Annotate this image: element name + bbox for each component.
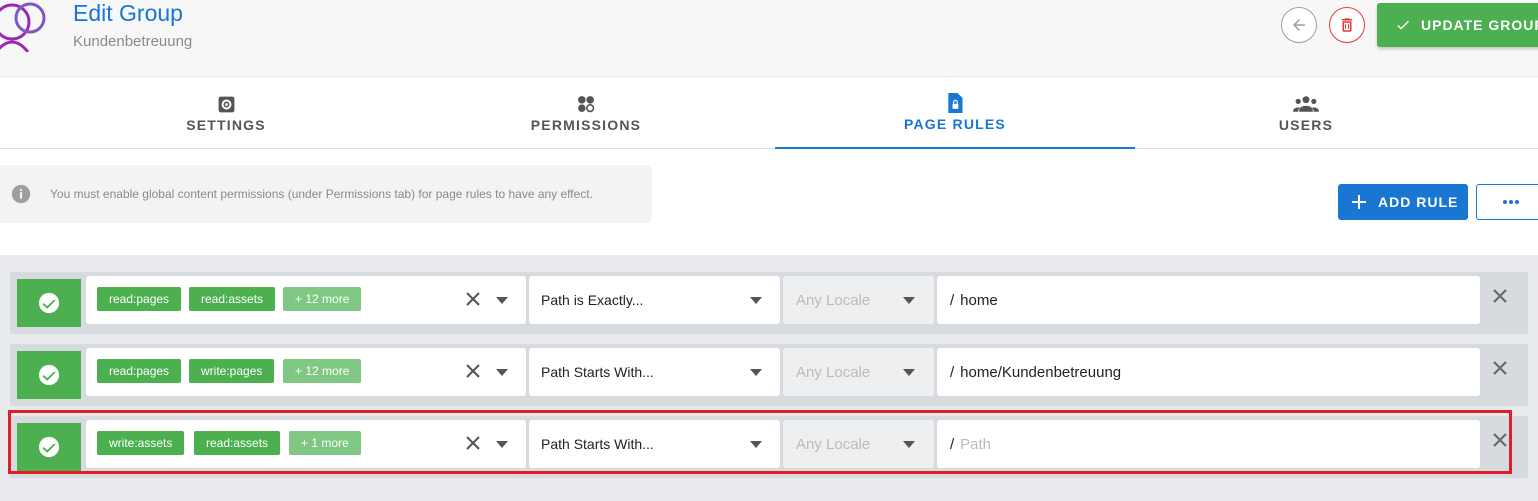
page-header: Edit Group Kundenbetreuung UPDATE GROUP [0, 0, 1538, 76]
tab-settings[interactable]: SETTINGS [46, 77, 406, 149]
close-icon[interactable] [1492, 360, 1508, 376]
permissions-select[interactable]: read:pages read:assets + 12 more [86, 276, 526, 324]
path-input[interactable]: / home/Kundenbetreuung [937, 348, 1480, 396]
close-icon[interactable] [1492, 432, 1508, 448]
check-circle-icon [38, 292, 60, 314]
chevron-down-icon[interactable] [496, 441, 508, 448]
gear-icon [218, 96, 234, 112]
close-icon[interactable] [1492, 288, 1508, 304]
alert-text: You must enable global content permissio… [50, 187, 593, 201]
check-circle-icon [38, 364, 60, 386]
locale-select[interactable]: Any Locale [783, 348, 934, 396]
info-icon [11, 184, 31, 204]
path-value: home [960, 291, 998, 309]
tab-permissions[interactable]: PERMISSIONS [406, 77, 766, 149]
match-select[interactable]: Path Starts With... [529, 348, 780, 396]
path-value: home/Kundenbetreuung [960, 363, 1122, 381]
permission-chip: read:assets [194, 431, 281, 455]
chevron-down-icon [750, 369, 762, 376]
match-select[interactable]: Path is Exactly... [529, 276, 780, 324]
locale-select[interactable]: Any Locale [783, 420, 934, 468]
rule-allow-toggle[interactable] [17, 279, 81, 327]
plus-icon [1352, 195, 1366, 209]
rule-row: read:pages write:pages + 12 more Path St… [10, 344, 1528, 406]
permissions-select[interactable]: read:pages write:pages + 12 more [86, 348, 526, 396]
tab-page-rules[interactable]: PAGE RULES [775, 77, 1135, 149]
more-chip: + 1 more [289, 431, 361, 455]
lock-file-icon [948, 93, 963, 113]
permission-chip: write:assets [97, 431, 185, 455]
clear-icon[interactable] [465, 435, 481, 451]
arrow-left-icon [1293, 19, 1305, 31]
trash-icon [1341, 18, 1353, 32]
path-placeholder: Path [960, 435, 992, 453]
locale-value: Any Locale [796, 435, 871, 453]
chevron-down-icon [903, 441, 915, 448]
path-prefix: / [950, 363, 955, 381]
match-value: Path Starts With... [541, 364, 654, 380]
permissions-icon [578, 96, 595, 113]
permission-chip: read:pages [97, 287, 182, 311]
match-value: Path Starts With... [541, 436, 654, 452]
rule-allow-toggle[interactable] [17, 351, 81, 399]
path-prefix: / [950, 291, 955, 309]
add-rule-label: ADD RULE [1378, 194, 1459, 210]
page-title: Edit Group [73, 0, 183, 26]
check-circle-icon [38, 436, 60, 458]
tab-label: USERS [1278, 117, 1334, 133]
add-rule-button[interactable]: ADD RULE [1338, 184, 1468, 220]
match-select[interactable]: Path Starts With... [529, 420, 780, 468]
rule-allow-toggle[interactable] [17, 423, 81, 471]
more-chip: + 12 more [283, 359, 362, 383]
more-horizontal-icon [1503, 200, 1519, 204]
tab-users[interactable]: USERS [1126, 77, 1486, 149]
update-group-button[interactable]: UPDATE GROUP [1377, 3, 1538, 47]
clear-icon[interactable] [465, 291, 481, 307]
rule-row: read:pages read:assets + 12 more Path is… [10, 272, 1528, 334]
permission-chip: read:pages [97, 359, 182, 383]
more-chip: + 12 more [283, 287, 362, 311]
tab-label: PAGE RULES [904, 116, 1006, 132]
chevron-down-icon [903, 297, 915, 304]
info-alert: You must enable global content permissio… [0, 165, 652, 223]
update-group-label: UPDATE GROUP [1421, 17, 1538, 33]
path-input[interactable]: / Path [937, 420, 1480, 468]
permission-chip: read:assets [189, 287, 276, 311]
tab-bar: SETTINGS PERMISSIONS PAGE RULES USERS [0, 76, 1538, 149]
group-name: Kundenbetreuung [73, 33, 193, 50]
chevron-down-icon [750, 297, 762, 304]
match-value: Path is Exactly... [541, 292, 644, 308]
chevron-down-icon[interactable] [496, 369, 508, 376]
back-button[interactable] [1281, 7, 1317, 43]
chevron-down-icon [750, 441, 762, 448]
rule-row: write:assets read:assets + 1 more Path S… [10, 416, 1528, 478]
check-icon [1397, 20, 1409, 30]
chevron-down-icon [903, 369, 915, 376]
delete-button[interactable] [1329, 7, 1365, 43]
tab-label: PERMISSIONS [530, 117, 642, 133]
group-logo-icon [0, 2, 46, 52]
path-input[interactable]: / home [937, 276, 1480, 324]
more-options-button[interactable] [1476, 184, 1538, 220]
tab-label: SETTINGS [186, 117, 266, 133]
clear-icon[interactable] [465, 363, 481, 379]
users-icon [1293, 96, 1319, 112]
permission-chip: write:pages [189, 359, 275, 383]
locale-value: Any Locale [796, 291, 871, 309]
locale-select[interactable]: Any Locale [783, 276, 934, 324]
path-prefix: / [950, 435, 955, 453]
chevron-down-icon[interactable] [496, 297, 508, 304]
locale-value: Any Locale [796, 363, 871, 381]
permissions-select[interactable]: write:assets read:assets + 1 more [86, 420, 526, 468]
